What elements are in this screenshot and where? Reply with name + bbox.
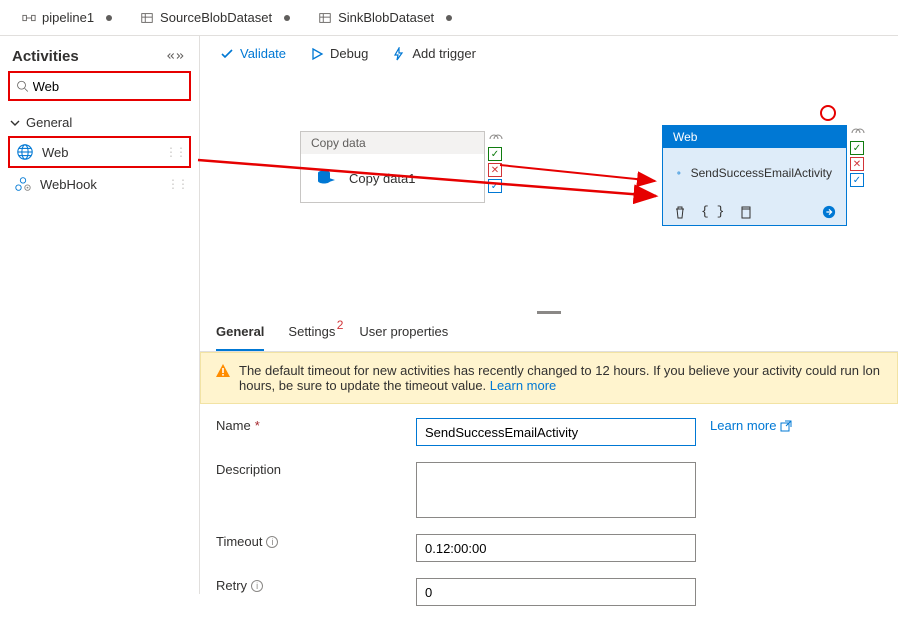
copy-icon[interactable] [738, 205, 752, 219]
play-icon [310, 47, 324, 61]
failure-port[interactable]: ✕ [488, 163, 502, 177]
tab-general[interactable]: General [216, 314, 264, 351]
search-icon [16, 79, 29, 93]
link-label: Learn more [710, 418, 776, 433]
tab-label: SourceBlobDataset [160, 10, 272, 25]
node-actions: { } [663, 198, 846, 225]
retry-label: Retry i [216, 578, 416, 593]
trigger-icon [392, 47, 406, 61]
property-tabs: General Settings2 User properties [200, 314, 898, 352]
tab-label: SinkBlobDataset [338, 10, 434, 25]
activity-label: WebHook [40, 177, 97, 192]
info-icon[interactable]: i [251, 580, 263, 592]
completion-port[interactable]: ✓ [850, 173, 864, 187]
group-general[interactable]: General [8, 109, 191, 136]
success-port[interactable]: ✓ [850, 141, 864, 155]
tab-pipeline[interactable]: pipeline1 [8, 0, 126, 36]
name-input[interactable] [416, 418, 696, 446]
tab-label: User properties [359, 324, 448, 339]
debug-button[interactable]: Debug [310, 46, 368, 61]
editor-tabs: pipeline1 SourceBlobDataset SinkBlobData… [0, 0, 898, 36]
name-label: Name * [216, 418, 416, 433]
activities-header: Activities [8, 44, 191, 71]
learn-more-link[interactable]: Learn more [490, 378, 556, 393]
node-label: SendSuccessEmailActivity [691, 166, 832, 180]
search-input[interactable] [33, 79, 183, 94]
node-label: Copy data1 [349, 171, 416, 186]
node-body: Copy data1 [301, 154, 484, 202]
dataset-icon [140, 11, 154, 25]
info-icon[interactable]: i [266, 536, 278, 548]
validate-button[interactable]: Validate [220, 46, 286, 61]
collapse-icon[interactable] [167, 50, 187, 64]
grip-icon: ⋮⋮ [165, 145, 185, 159]
badge: 2 [337, 318, 344, 332]
tab-label: pipeline1 [42, 10, 94, 25]
globe-icon [16, 143, 34, 161]
code-icon[interactable]: { } [701, 204, 724, 219]
warning-line1: The default timeout for new activities h… [239, 363, 880, 378]
tab-user-properties[interactable]: User properties [359, 314, 448, 351]
learn-more-link[interactable]: Learn more [696, 418, 882, 433]
activity-webhook[interactable]: WebHook ⋮⋮ [8, 168, 191, 200]
main: Activities General Web ⋮⋮ WebHook ⋮⋮ [0, 36, 898, 594]
description-label: Description [216, 462, 416, 477]
loop-icon [850, 127, 866, 139]
highlight-circle [820, 105, 836, 121]
completion-port[interactable]: ✓ [488, 179, 502, 193]
node-body: SendSuccessEmailActivity [663, 148, 846, 198]
check-icon [220, 47, 234, 61]
pipeline-icon [22, 11, 36, 25]
node-web[interactable]: Web SendSuccessEmailActivity { } [662, 125, 847, 226]
properties-form: Name * Learn more Description Timeout i … [200, 404, 898, 620]
activities-title: Activities [12, 48, 79, 65]
dirty-dot-icon [284, 15, 290, 21]
add-trigger-button[interactable]: Add trigger [392, 46, 476, 61]
description-input[interactable] [416, 462, 696, 518]
grip-icon: ⋮⋮ [167, 177, 187, 191]
node-copy-data[interactable]: Copy data Copy data1 [300, 131, 485, 203]
dataset-icon [318, 11, 332, 25]
node-header: Web [663, 126, 846, 148]
pipeline-toolbar: Validate Debug Add trigger [200, 36, 898, 71]
loop-icon [488, 133, 504, 145]
chevron-down-icon [10, 118, 20, 128]
activities-search[interactable] [8, 71, 191, 101]
retry-input[interactable] [416, 578, 696, 606]
go-icon[interactable] [822, 205, 836, 219]
node-header: Copy data [301, 132, 484, 154]
globe-icon [677, 160, 681, 186]
failure-port[interactable]: ✕ [850, 157, 864, 171]
database-icon [315, 166, 339, 190]
warning-text: The default timeout for new activities h… [239, 363, 880, 393]
warning-line2: hours, be sure to update the timeout val… [239, 378, 486, 393]
btn-label: Add trigger [412, 46, 476, 61]
tab-label: General [216, 324, 264, 339]
activity-label: Web [42, 145, 69, 160]
success-port[interactable]: ✓ [488, 147, 502, 161]
tab-settings[interactable]: Settings2 [288, 314, 335, 351]
dirty-dot-icon [446, 15, 452, 21]
timeout-warning: The default timeout for new activities h… [200, 352, 898, 404]
delete-icon[interactable] [673, 205, 687, 219]
external-icon [780, 420, 792, 432]
activities-panel: Activities General Web ⋮⋮ WebHook ⋮⋮ [0, 36, 200, 594]
tab-sink-dataset[interactable]: SinkBlobDataset [304, 0, 466, 36]
group-label: General [26, 115, 72, 130]
warning-icon [215, 363, 231, 379]
timeout-input[interactable] [416, 534, 696, 562]
timeout-label: Timeout i [216, 534, 416, 549]
node-ports-web: ✓ ✕ ✓ [850, 127, 866, 187]
dirty-dot-icon [106, 15, 112, 21]
editor-right: Validate Debug Add trigger Copy data Cop… [200, 36, 898, 594]
node-ports-copy: ✓ ✕ ✓ [488, 133, 504, 193]
btn-label: Debug [330, 46, 368, 61]
webhook-icon [14, 175, 32, 193]
pipeline-canvas[interactable]: Copy data Copy data1 ✓ ✕ ✓ Web SendSucce… [200, 71, 898, 311]
tab-source-dataset[interactable]: SourceBlobDataset [126, 0, 304, 36]
activity-web[interactable]: Web ⋮⋮ [8, 136, 191, 168]
btn-label: Validate [240, 46, 286, 61]
tab-label: Settings [288, 324, 335, 339]
